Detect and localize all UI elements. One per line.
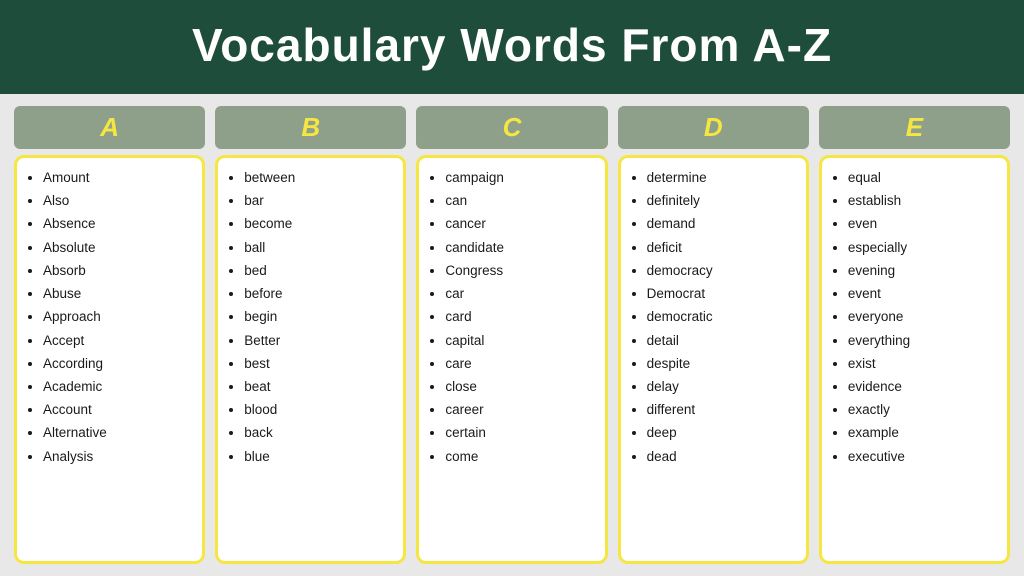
list-item: despite xyxy=(647,352,800,375)
list-item: democratic xyxy=(647,305,800,328)
list-item: event xyxy=(848,282,1001,305)
list-item: detail xyxy=(647,329,800,352)
list-item: equal xyxy=(848,166,1001,189)
list-item: Academic xyxy=(43,375,196,398)
list-item: candidate xyxy=(445,236,598,259)
list-item: exactly xyxy=(848,398,1001,421)
list-item: blood xyxy=(244,398,397,421)
list-item: Absorb xyxy=(43,259,196,282)
col-letter-b: B xyxy=(301,112,320,142)
list-item: Also xyxy=(43,189,196,212)
col-letter-a: A xyxy=(100,112,119,142)
list-item: blue xyxy=(244,445,397,468)
list-item: capital xyxy=(445,329,598,352)
list-item: campaign xyxy=(445,166,598,189)
list-item: deep xyxy=(647,421,800,444)
list-item: especially xyxy=(848,236,1001,259)
list-item: close xyxy=(445,375,598,398)
list-item: career xyxy=(445,398,598,421)
list-item: delay xyxy=(647,375,800,398)
list-item: different xyxy=(647,398,800,421)
list-item: Congress xyxy=(445,259,598,282)
page-title: Vocabulary Words From A-Z xyxy=(24,18,1000,72)
list-item: cancer xyxy=(445,212,598,235)
list-item: begin xyxy=(244,305,397,328)
page-wrapper: Vocabulary Words From A-Z AAmountAlsoAbs… xyxy=(0,0,1024,576)
list-item: deficit xyxy=(647,236,800,259)
list-item: beat xyxy=(244,375,397,398)
list-item: Absence xyxy=(43,212,196,235)
list-item: card xyxy=(445,305,598,328)
list-item: certain xyxy=(445,421,598,444)
list-item: definitely xyxy=(647,189,800,212)
list-item: exist xyxy=(848,352,1001,375)
list-item: Amount xyxy=(43,166,196,189)
list-item: bar xyxy=(244,189,397,212)
col-body-c: campaigncancancercandidateCongresscarcar… xyxy=(416,155,607,564)
list-item: everything xyxy=(848,329,1001,352)
list-item: become xyxy=(244,212,397,235)
list-item: best xyxy=(244,352,397,375)
column-e: Eequalestablishevenespeciallyeveningeven… xyxy=(819,106,1010,564)
col-header-a: A xyxy=(14,106,205,149)
column-c: CcampaigncancancercandidateCongresscarca… xyxy=(416,106,607,564)
list-item: evidence xyxy=(848,375,1001,398)
list-item: ball xyxy=(244,236,397,259)
list-item: Approach xyxy=(43,305,196,328)
list-item: Account xyxy=(43,398,196,421)
list-item: even xyxy=(848,212,1001,235)
col-header-c: C xyxy=(416,106,607,149)
list-item: Abuse xyxy=(43,282,196,305)
col-letter-c: C xyxy=(503,112,522,142)
content-area: A AmountAlsoAbsenceAbsoluteAbsorbAbuseApp… xyxy=(0,94,1024,576)
list-item: Accept xyxy=(43,329,196,352)
list-item: dead xyxy=(647,445,800,468)
list-item: come xyxy=(445,445,598,468)
list-item: establish xyxy=(848,189,1001,212)
list-item: example xyxy=(848,421,1001,444)
list-item: Absolute xyxy=(43,236,196,259)
col-letter-d: D xyxy=(704,112,723,142)
list-item: democracy xyxy=(647,259,800,282)
col-body-e: equalestablishevenespeciallyeveningevent… xyxy=(819,155,1010,564)
list-item: bed xyxy=(244,259,397,282)
col-body-d: determinedefinitelydemanddeficitdemocrac… xyxy=(618,155,809,564)
list-item: before xyxy=(244,282,397,305)
list-item: evening xyxy=(848,259,1001,282)
list-item: back xyxy=(244,421,397,444)
column-b: BbetweenbarbecomeballbedbeforebeginBette… xyxy=(215,106,406,564)
col-header-e: E xyxy=(819,106,1010,149)
col-header-b: B xyxy=(215,106,406,149)
list-item: can xyxy=(445,189,598,212)
list-item: According xyxy=(43,352,196,375)
col-letter-e: E xyxy=(906,112,923,142)
column-d: Ddeterminedefinitelydemanddeficitdemocra… xyxy=(618,106,809,564)
list-item: everyone xyxy=(848,305,1001,328)
list-item: demand xyxy=(647,212,800,235)
list-item: Analysis xyxy=(43,445,196,468)
list-item: Alternative xyxy=(43,421,196,444)
list-item: executive xyxy=(848,445,1001,468)
list-item: Democrat xyxy=(647,282,800,305)
column-a: A AmountAlsoAbsenceAbsoluteAbsorbAbuseApp… xyxy=(14,106,205,564)
list-item: care xyxy=(445,352,598,375)
col-body-a: AmountAlsoAbsenceAbsoluteAbsorbAbuseAppr… xyxy=(14,155,205,564)
list-item: between xyxy=(244,166,397,189)
list-item: determine xyxy=(647,166,800,189)
list-item: Better xyxy=(244,329,397,352)
page-header: Vocabulary Words From A-Z xyxy=(0,0,1024,94)
col-body-b: betweenbarbecomeballbedbeforebeginBetter… xyxy=(215,155,406,564)
list-item: car xyxy=(445,282,598,305)
col-header-d: D xyxy=(618,106,809,149)
